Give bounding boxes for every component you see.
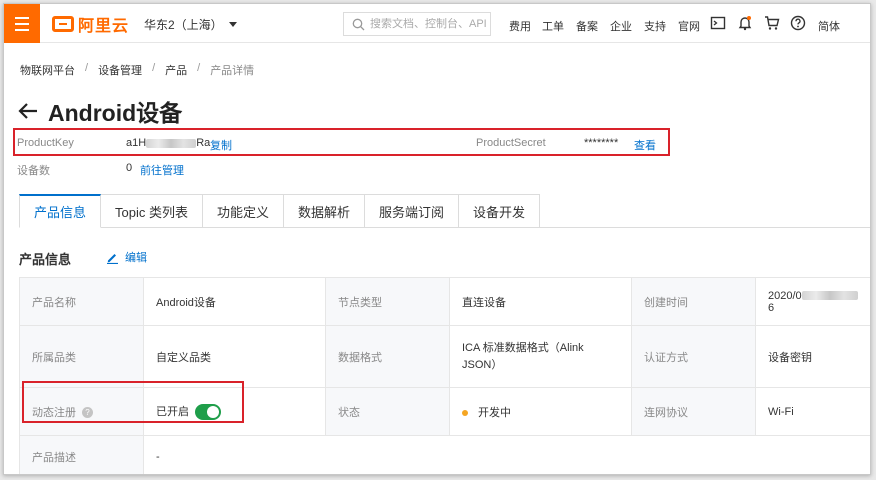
- category-label: 所属品类: [19, 325, 144, 388]
- created-time-label: 创建时间: [631, 277, 756, 326]
- node-type-label: 节点类型: [325, 277, 450, 326]
- back-arrow-icon[interactable]: [18, 102, 38, 120]
- tab-bar: 产品信息 Topic 类列表 功能定义 数据解析 服务端订阅 设备开发: [19, 194, 541, 228]
- status-label: 状态: [325, 387, 450, 436]
- nav-billing[interactable]: 费用: [509, 18, 531, 34]
- breadcrumb-separator: /: [152, 62, 156, 74]
- aliyun-mark-icon: [52, 16, 74, 32]
- network-protocol-label: 连网协议: [631, 387, 756, 436]
- highlight-box-keys: [13, 128, 670, 156]
- highlight-box-dynamic-registration: [22, 381, 244, 423]
- product-description-label: 产品描述: [19, 435, 144, 474]
- product-info-table: 产品名称 Android设备 节点类型 直连设备 创建时间 2020/06 所属…: [19, 277, 870, 474]
- manage-devices-link[interactable]: 前往管理: [140, 162, 184, 178]
- data-format-label: 数据格式: [325, 325, 450, 388]
- tab-topic-list[interactable]: Topic 类列表: [101, 194, 203, 228]
- tab-function-definition[interactable]: 功能定义: [202, 194, 284, 228]
- cart-icon[interactable]: [764, 15, 780, 31]
- status-value: 开发中: [478, 406, 511, 419]
- auth-method-label: 认证方式: [631, 325, 756, 388]
- table-row: 产品描述 -: [19, 435, 870, 474]
- tab-device-development[interactable]: 设备开发: [459, 194, 541, 228]
- language-switch[interactable]: 简体: [818, 18, 840, 34]
- table-row: 产品名称 Android设备 节点类型 直连设备 创建时间 2020/06: [19, 277, 870, 326]
- aliyun-logo[interactable]: 阿里云: [52, 14, 130, 35]
- product-key-value: a1H Ra: [126, 137, 211, 149]
- device-count-label: 设备数: [17, 165, 50, 177]
- view-secret-link[interactable]: 查看: [634, 137, 656, 153]
- search-icon: [352, 18, 365, 30]
- product-name-label: 产品名称: [19, 277, 144, 326]
- region-label: 华东2（上海）: [144, 18, 223, 32]
- product-description-value: -: [143, 435, 870, 474]
- breadcrumb-product-detail: 产品详情: [210, 65, 255, 77]
- table-row: 所属品类 自定义品类 数据格式 ICA 标准数据格式（Alink JSON） 认…: [19, 325, 870, 388]
- search-box[interactable]: [343, 12, 491, 36]
- status-dot-icon: [462, 409, 468, 416]
- breadcrumb-product[interactable]: 产品: [165, 62, 187, 78]
- data-format-value: ICA 标准数据格式（Alink JSON）: [449, 325, 632, 388]
- product-secret-label: ProductSecret: [476, 137, 546, 149]
- section-title: 产品信息: [19, 252, 72, 267]
- search-input[interactable]: [370, 18, 488, 30]
- page-title: Android设备: [48, 100, 183, 126]
- console-window: 阿里云 华东2（上海） 费用 工单 备案 企业 支持 官网 简体 物联网平台 /…: [3, 3, 871, 475]
- hamburger-menu-icon[interactable]: [4, 4, 40, 43]
- breadcrumb-separator: /: [85, 62, 89, 74]
- nav-ticket[interactable]: 工单: [542, 18, 564, 34]
- title-row: Android设备: [18, 94, 182, 128]
- created-time-value: 2020/06: [755, 277, 870, 326]
- bell-icon[interactable]: [737, 15, 753, 31]
- nav-support[interactable]: 支持: [644, 18, 666, 34]
- region-selector[interactable]: 华东2（上海）: [144, 16, 237, 33]
- product-name-value: Android设备: [143, 277, 326, 326]
- nav-icp[interactable]: 备案: [576, 18, 598, 34]
- product-key-label: ProductKey: [17, 137, 74, 149]
- breadcrumb-separator: /: [197, 62, 201, 74]
- breadcrumb-iot-platform[interactable]: 物联网平台: [20, 62, 75, 78]
- nav-enterprise[interactable]: 企业: [610, 18, 632, 34]
- auth-method-value: 设备密钥: [755, 325, 870, 388]
- device-count-value: 0: [126, 162, 133, 174]
- tab-product-info[interactable]: 产品信息: [19, 194, 102, 228]
- nav-official-site[interactable]: 官网: [678, 18, 700, 34]
- edit-label: 编辑: [125, 252, 147, 264]
- help-icon[interactable]: [790, 15, 806, 31]
- pencil-icon: [107, 253, 118, 264]
- logo-text: 阿里云: [78, 18, 130, 35]
- top-bar: 阿里云 华东2（上海） 费用 工单 备案 企业 支持 官网 简体: [4, 4, 870, 43]
- network-protocol-value: Wi-Fi: [755, 387, 870, 436]
- product-secret-value: ********: [584, 137, 619, 149]
- category-value: 自定义品类: [143, 325, 326, 388]
- node-type-value: 直连设备: [449, 277, 632, 326]
- tab-data-parsing[interactable]: 数据解析: [284, 194, 366, 228]
- copy-key-link[interactable]: 复制: [210, 137, 232, 153]
- edit-button[interactable]: 编辑: [106, 249, 147, 265]
- breadcrumb: 物联网平台 / 设备管理 / 产品 / 产品详情: [20, 62, 254, 78]
- caret-down-icon: [228, 22, 237, 27]
- terminal-icon[interactable]: [710, 15, 726, 31]
- breadcrumb-device-management[interactable]: 设备管理: [98, 62, 142, 78]
- status-cell: 开发中: [449, 387, 632, 436]
- tab-server-subscription[interactable]: 服务端订阅: [365, 194, 460, 228]
